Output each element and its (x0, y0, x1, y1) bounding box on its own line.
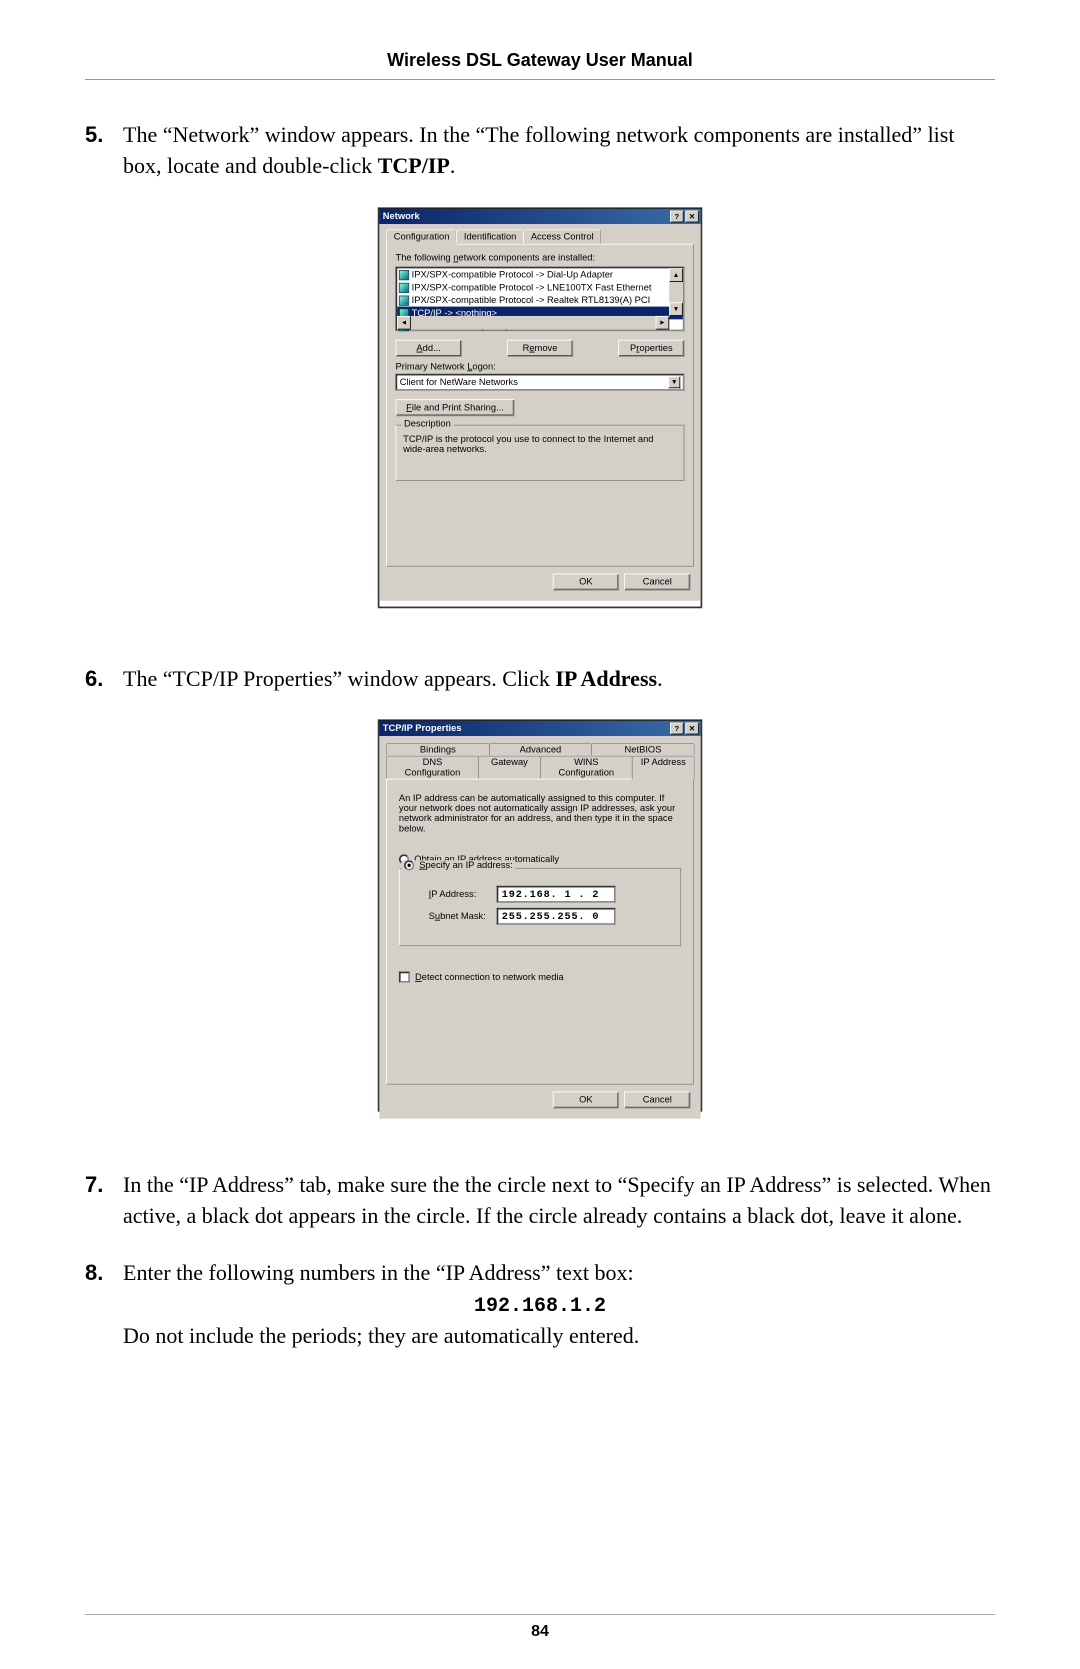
titlebar: TCP/IP Properties ? ✕ (379, 721, 700, 736)
protocol-icon (399, 269, 409, 279)
tab-dns[interactable]: DNS Configuration (386, 756, 479, 779)
specify-ip-group: Specify an IP address: IP Address: 192.1… (399, 868, 681, 946)
subnet-mask-label: Subnet Mask: (429, 912, 497, 922)
step-body: In the “IP Address” tab, make sure the t… (123, 1170, 995, 1232)
tab-gateway[interactable]: Gateway (478, 756, 541, 779)
remove-button[interactable]: Remove (507, 339, 573, 356)
checkbox-icon (399, 972, 410, 983)
step-number: 5. (85, 120, 123, 182)
scrollbar-vertical[interactable]: ▲ ▼ (669, 268, 683, 316)
step-5: 5. The “Network” window appears. In the … (85, 120, 995, 182)
specify-ip-label: Specify an IP address: (419, 861, 512, 871)
tab-wins[interactable]: WINS Configuration (540, 756, 633, 779)
tab-bindings[interactable]: Bindings (386, 743, 489, 756)
close-icon[interactable]: ✕ (685, 210, 699, 222)
tab-identification[interactable]: Identification (456, 229, 524, 243)
properties-button[interactable]: Properties (618, 339, 684, 356)
ok-button[interactable]: OK (553, 573, 619, 590)
list-item[interactable]: IPX/SPX-compatible Protocol -> LNE100TX … (397, 281, 683, 294)
step-body: The “TCP/IP Properties” window appears. … (123, 664, 995, 695)
step-number: 7. (85, 1170, 123, 1232)
step-text: Enter the following numbers in the “IP A… (123, 1260, 634, 1285)
window-title: TCP/IP Properties (383, 724, 462, 734)
step-text: The “TCP/IP Properties” window appears. … (123, 666, 555, 691)
tab-advanced[interactable]: Advanced (489, 743, 592, 756)
window-title: Network (383, 211, 420, 221)
step-bold: TCP/IP (378, 153, 450, 178)
step-7: 7. In the “IP Address” tab, make sure th… (85, 1170, 995, 1232)
file-print-sharing-button[interactable]: File and Print Sharing... (396, 399, 515, 416)
add-button[interactable]: Add... (396, 339, 462, 356)
protocol-icon (399, 282, 409, 292)
tab-access-control[interactable]: Access Control (523, 229, 601, 243)
step-bold: IP Address (555, 666, 657, 691)
primary-logon-dropdown[interactable]: Client for NetWare Networks ▼ (396, 373, 685, 390)
ip-address-input[interactable]: 192.168. 1 . 2 (497, 886, 616, 903)
description-group: Description TCP/IP is the protocol you u… (396, 424, 685, 480)
tab-netbios[interactable]: NetBIOS (591, 743, 694, 756)
step-text: . (657, 666, 663, 691)
page-header: Wireless DSL Gateway User Manual (85, 50, 995, 79)
step-number: 6. (85, 664, 123, 695)
logon-label: Primary Network Logon: (396, 361, 685, 371)
description-text: TCP/IP is the protocol you use to connec… (403, 434, 677, 454)
step-text: . (450, 153, 456, 178)
tab-configuration[interactable]: Configuration (386, 229, 457, 244)
protocol-icon (399, 295, 409, 305)
scrollbar-horizontal[interactable]: ◄ ► (397, 316, 669, 330)
radio-icon[interactable] (404, 861, 414, 871)
ip-value: 192.168.1.2 (474, 1295, 606, 1318)
subnet-mask-input[interactable]: 255.255.255. 0 (497, 908, 616, 925)
scroll-right-icon[interactable]: ► (656, 316, 670, 330)
step-6: 6. The “TCP/IP Properties” window appear… (85, 664, 995, 695)
ok-button[interactable]: OK (553, 1092, 619, 1109)
page-number: 84 (85, 1614, 995, 1641)
close-icon[interactable]: ✕ (685, 723, 699, 735)
tcpip-dialog: TCP/IP Properties ? ✕ Bindings Advanced … (379, 720, 702, 1111)
cancel-button[interactable]: Cancel (624, 1092, 690, 1109)
components-listbox[interactable]: IPX/SPX-compatible Protocol -> Dial-Up A… (396, 266, 685, 331)
group-label: Description (401, 418, 453, 428)
step-8: 8. Enter the following numbers in the “I… (85, 1258, 995, 1352)
step-text: Do not include the periods; they are aut… (123, 1323, 639, 1348)
titlebar: Network ? ✕ (379, 208, 700, 223)
list-label: The following network components are ins… (396, 253, 685, 263)
scroll-left-icon[interactable]: ◄ (397, 316, 411, 330)
network-dialog: Network ? ✕ Configuration Identification… (379, 208, 702, 608)
cancel-button[interactable]: Cancel (624, 573, 690, 590)
step-text: The “Network” window appears. In the “Th… (123, 122, 954, 178)
detect-connection-checkbox[interactable]: Detect connection to network media (399, 972, 681, 983)
intro-text: An IP address can be automatically assig… (399, 793, 681, 834)
help-icon[interactable]: ? (670, 723, 684, 735)
step-body: The “Network” window appears. In the “Th… (123, 120, 995, 182)
scroll-up-icon[interactable]: ▲ (669, 268, 683, 282)
list-item[interactable]: IPX/SPX-compatible Protocol -> Realtek R… (397, 293, 683, 306)
ip-address-label: IP Address: (429, 890, 497, 900)
scroll-down-icon[interactable]: ▼ (669, 302, 683, 316)
step-body: Enter the following numbers in the “IP A… (123, 1258, 995, 1352)
header-rule (85, 79, 995, 80)
chevron-down-icon[interactable]: ▼ (668, 376, 680, 388)
tab-ip-address[interactable]: IP Address (632, 756, 695, 780)
help-icon[interactable]: ? (670, 210, 684, 222)
list-item[interactable]: IPX/SPX-compatible Protocol -> Dial-Up A… (397, 268, 683, 281)
